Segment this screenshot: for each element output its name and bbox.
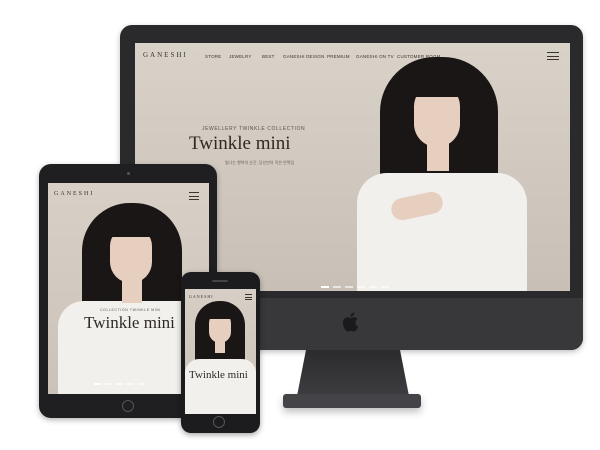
slide-dot[interactable] [94,383,101,385]
tablet-menu-icon[interactable] [189,192,199,203]
nav-ganeshi-design[interactable]: GANESHI DESIGN [283,54,325,59]
tablet-logo[interactable]: GANESHI [54,191,94,197]
slide-dot[interactable] [127,383,134,385]
mobile-logo[interactable]: GANESHI [189,294,214,299]
nav-jewelry[interactable]: JEWELRY [229,54,252,59]
tablet-slider-dots[interactable] [94,372,149,390]
hero-title: Twinkle mini [189,133,291,154]
imac-stand [297,350,409,396]
slide-dot[interactable] [138,383,145,385]
slide-dot[interactable] [357,286,365,288]
desktop-slider-dots[interactable] [321,275,393,291]
mobile-menu-icon[interactable] [245,294,252,302]
mobile-hero-title: Twinkle mini [189,369,248,381]
nav-premium[interactable]: PREMIUM [327,54,350,59]
apple-logo-icon [342,312,359,332]
tablet-hero-title: Twinkle mini [84,313,175,332]
slide-dot[interactable] [345,286,353,288]
menu-icon[interactable] [547,52,559,63]
mobile-slider-dots[interactable] [201,404,233,414]
tablet-hero-subtitle: COLLECTION TWINKLE MINI [100,308,161,312]
hero-subtitle: JEWELLERY TWINKLE COLLECTION [202,126,306,132]
desktop-logo[interactable]: GANESHI [143,51,188,59]
mobile-screen: GANESHI Twinkle mini [185,289,256,414]
mobile-home-button[interactable] [213,416,225,428]
imac-stand-base [283,394,421,408]
tablet-home-button[interactable] [122,400,134,412]
hero-description: 빛나는 행복의 순간, 당신만의 작은 반짝임 [225,160,295,165]
slide-dot[interactable] [333,286,341,288]
slide-dot[interactable] [321,286,329,288]
nav-best[interactable]: BEST [262,54,275,59]
desktop-navbar: GANESHI STORE JEWELRY BEST GANESHI DESIG… [135,43,570,71]
slide-dot[interactable] [369,286,377,288]
mobile-speaker [212,280,228,282]
slide-dot[interactable] [105,383,112,385]
slide-dot[interactable] [381,286,389,288]
slide-dot[interactable] [116,383,123,385]
tablet-camera [127,172,130,175]
nav-ganeshi-on-tv[interactable]: GANESHI ON TV [356,54,394,59]
nav-store[interactable]: STORE [205,54,221,59]
